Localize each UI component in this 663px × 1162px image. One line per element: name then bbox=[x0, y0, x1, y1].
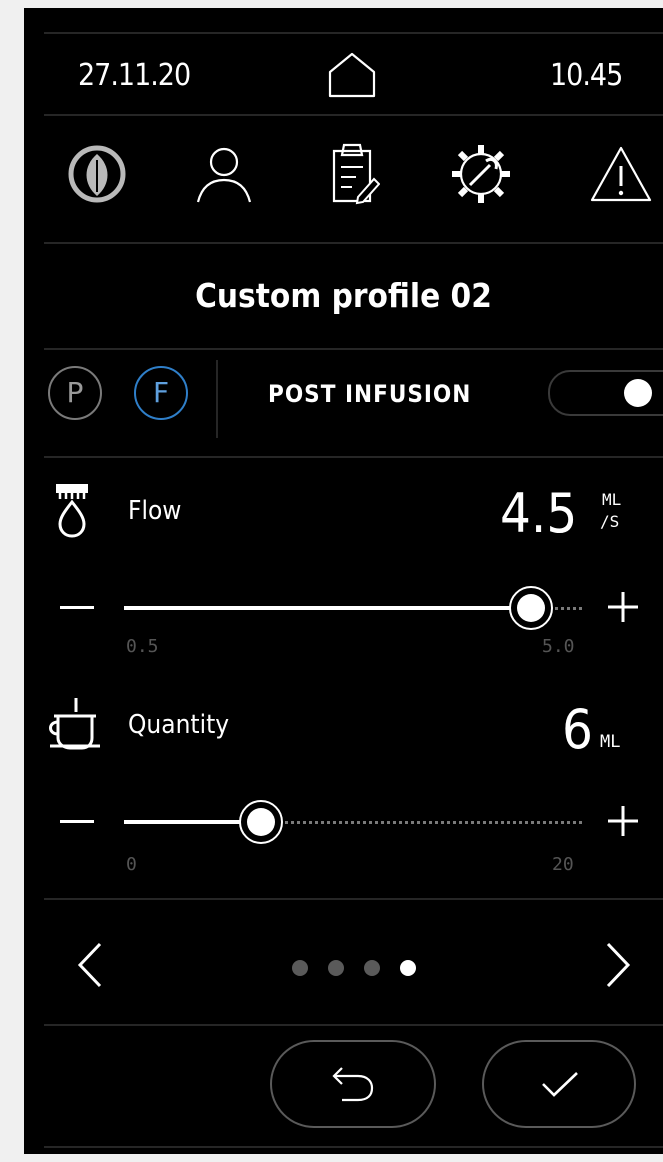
slider-handle[interactable] bbox=[509, 586, 554, 630]
slider-handle[interactable] bbox=[239, 800, 284, 844]
post-infusion-label: POST INFUSION bbox=[268, 380, 472, 408]
checkmark-icon bbox=[542, 1072, 578, 1097]
slider-fill bbox=[124, 606, 532, 610]
cup-icon bbox=[42, 696, 106, 752]
divider bbox=[44, 32, 663, 34]
flow-icon bbox=[52, 482, 92, 538]
confirm-button[interactable] bbox=[482, 1040, 636, 1128]
divider bbox=[44, 456, 663, 458]
flow-max-label: 5.0 bbox=[542, 636, 575, 657]
flow-min-label: 0.5 bbox=[126, 636, 159, 657]
divider bbox=[44, 242, 663, 244]
quantity-min-label: 0 bbox=[126, 854, 137, 875]
flow-unit-bottom: /S bbox=[600, 512, 620, 531]
post-infusion-toggle[interactable] bbox=[548, 370, 663, 416]
flow-increase-button[interactable] bbox=[606, 590, 640, 624]
page-dot[interactable] bbox=[364, 960, 380, 976]
profile-title: Custom profile 02 bbox=[195, 276, 492, 315]
quantity-label: Quantity bbox=[128, 710, 230, 740]
divider bbox=[44, 348, 663, 350]
back-button[interactable] bbox=[270, 1040, 436, 1128]
user-icon[interactable] bbox=[194, 144, 254, 206]
flow-unit-top: ML bbox=[602, 490, 622, 509]
gear-wrench-icon[interactable] bbox=[448, 141, 514, 207]
flow-label: Flow bbox=[128, 496, 182, 526]
quantity-increase-button[interactable] bbox=[606, 804, 640, 838]
quantity-max-label: 20 bbox=[552, 854, 574, 875]
flow-mode-button[interactable]: F bbox=[134, 366, 188, 420]
pressure-mode-label: P bbox=[66, 376, 84, 409]
flow-mode-label: F bbox=[152, 376, 170, 409]
chevron-left-icon[interactable] bbox=[76, 940, 104, 990]
device-screen: 27.11.20 10.45 Custom profile 02 P F POS… bbox=[24, 8, 663, 1154]
status-time: 10.45 bbox=[550, 58, 623, 93]
home-icon[interactable] bbox=[324, 50, 380, 100]
quantity-slider[interactable] bbox=[124, 796, 582, 848]
pressure-mode-button[interactable]: P bbox=[48, 366, 102, 420]
clipboard-icon[interactable] bbox=[324, 141, 380, 207]
warning-icon[interactable] bbox=[588, 144, 654, 204]
flow-slider[interactable] bbox=[124, 582, 582, 634]
page-dot[interactable] bbox=[328, 960, 344, 976]
leaf-icon[interactable] bbox=[67, 144, 127, 204]
divider bbox=[44, 898, 663, 900]
undo-icon bbox=[332, 1067, 374, 1102]
page-dot[interactable] bbox=[292, 960, 308, 976]
quantity-decrease-button[interactable] bbox=[60, 820, 94, 823]
divider bbox=[44, 114, 663, 116]
page-dot-active[interactable] bbox=[400, 960, 416, 976]
divider bbox=[44, 1024, 663, 1026]
toggle-knob bbox=[624, 379, 652, 407]
quantity-value: 6 bbox=[562, 698, 593, 761]
status-date: 27.11.20 bbox=[78, 58, 191, 93]
flow-value: 4.5 bbox=[500, 482, 578, 545]
flow-decrease-button[interactable] bbox=[60, 606, 94, 609]
chevron-right-icon[interactable] bbox=[604, 940, 632, 990]
divider bbox=[44, 1146, 663, 1148]
quantity-unit: ML bbox=[600, 732, 621, 752]
mode-separator bbox=[216, 360, 218, 438]
